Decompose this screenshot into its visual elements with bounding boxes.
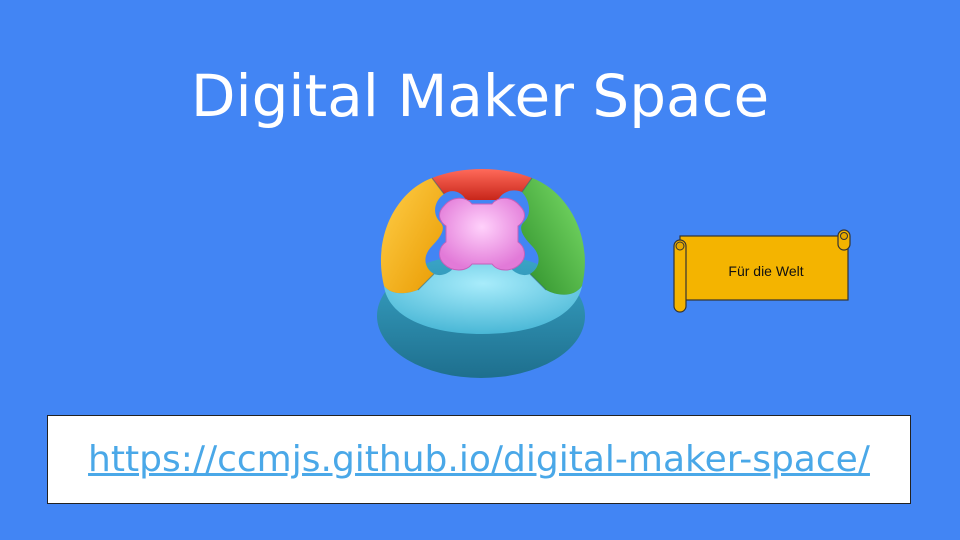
scroll-banner-label: Für die Welt bbox=[728, 263, 804, 279]
url-link[interactable]: https://ccmjs.github.io/digital-maker-sp… bbox=[88, 439, 870, 480]
puzzle-logo-icon bbox=[377, 169, 585, 378]
slide-title: Digital Maker Space bbox=[190, 62, 770, 130]
url-box: https://ccmjs.github.io/digital-maker-sp… bbox=[47, 415, 911, 504]
